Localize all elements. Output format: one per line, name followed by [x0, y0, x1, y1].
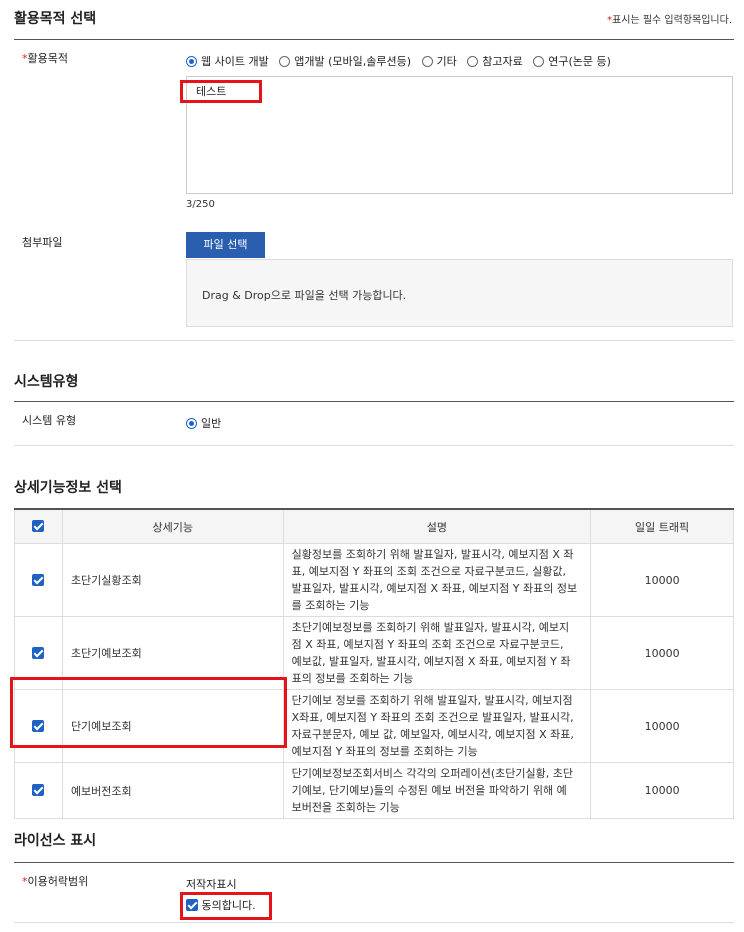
- row-checkbox[interactable]: [32, 719, 45, 732]
- row-checkbox[interactable]: [32, 573, 45, 586]
- select-all-checkbox[interactable]: [32, 520, 45, 532]
- divider: [14, 340, 734, 341]
- agree-label: 동의합니다.: [201, 899, 256, 912]
- purpose-section-title: 활용목적 선택: [14, 11, 97, 27]
- daily-traffic: 10000: [590, 762, 734, 819]
- feature-description: 단기예보 정보를 조회하기 위해 발표일자, 발표시각, 예보지점 X좌표, 예보…: [282, 689, 592, 763]
- col-header-traffic: 일일 트래픽: [590, 508, 734, 544]
- feature-description: 초단기예보정보를 조회하기 위해 발표일자, 발표시각, 예보지 점 X 좌표, …: [282, 616, 592, 690]
- feature-name: 초단기실황조회: [61, 543, 284, 617]
- col-header-feature: 상세기능: [61, 508, 284, 544]
- features-table: 상세기능 설명 일일 트래픽 초단기실황조회 실황정보를 조회하기 위해 발표일…: [14, 508, 734, 819]
- purpose-radio-group: 웹 사이트 개발 앱개발 (모바일,솔루션등) 기타 참고자료 연구(논문 등): [186, 53, 618, 69]
- radio-reference[interactable]: 참고자료: [467, 53, 523, 69]
- divider: [14, 922, 734, 923]
- purpose-field-label: *활용목적: [22, 52, 68, 65]
- radio-icon[interactable]: [279, 56, 291, 67]
- table-row: 초단기실황조회 실황정보를 조회하기 위해 발표일자, 발표시각, 예보지점 X…: [14, 543, 734, 617]
- radio-web-dev[interactable]: 웹 사이트 개발: [186, 53, 269, 69]
- feature-name: 예보버전조회: [61, 762, 284, 819]
- radio-system-general[interactable]: 일반: [186, 415, 228, 431]
- purpose-textarea[interactable]: 테스트: [186, 76, 733, 194]
- agree-checkbox[interactable]: [186, 899, 198, 911]
- radio-icon[interactable]: [467, 56, 479, 67]
- table-row: 예보버전조회 단기예보정보조회서비스 각각의 오퍼레이션(초단기실황, 초단 기예…: [14, 762, 734, 819]
- feature-description: 실황정보를 조회하기 위해 발표일자, 발표시각, 예보지점 X 좌 표, 예보지…: [282, 543, 592, 617]
- feature-description: 단기예보정보조회서비스 각각의 오퍼레이션(초단기실황, 초단 기예보, 단기예보…: [282, 762, 592, 819]
- radio-etc[interactable]: 기타: [421, 53, 457, 69]
- select-all-checkbox-cell[interactable]: [14, 508, 63, 544]
- feature-name: 단기예보조회: [61, 689, 284, 763]
- divider: [14, 445, 734, 446]
- table-row: 단기예보조회 단기예보 정보를 조회하기 위해 발표일자, 발표시각, 예보지점…: [14, 689, 734, 763]
- radio-icon[interactable]: [186, 56, 197, 67]
- license-scope-label: *이용허락범위: [22, 875, 89, 888]
- system-type-label: 시스템 유형: [22, 414, 77, 427]
- radio-app-dev[interactable]: 앱개발 (모바일,솔루션등): [279, 53, 411, 69]
- char-counter: 3/250: [186, 199, 215, 210]
- features-section-title: 상세기능정보 선택: [14, 480, 122, 496]
- daily-traffic: 10000: [590, 689, 734, 763]
- row-checkbox[interactable]: [32, 784, 45, 796]
- table-header-row: 상세기능 설명 일일 트래픽: [14, 508, 734, 544]
- file-select-button[interactable]: 파일 선택: [186, 232, 265, 258]
- attachment-label: 첨부파일: [22, 236, 63, 249]
- row-checkbox[interactable]: [32, 646, 45, 659]
- feature-name: 초단기예보조회: [61, 616, 284, 690]
- col-header-description: 설명: [282, 508, 592, 544]
- radio-research[interactable]: 연구(논문 등): [533, 53, 611, 69]
- divider: [14, 39, 734, 40]
- table-row: 초단기예보조회 초단기예보정보를 조회하기 위해 발표일자, 발표시각, 예보지…: [14, 616, 734, 690]
- radio-icon[interactable]: [533, 56, 545, 67]
- daily-traffic: 10000: [590, 616, 734, 690]
- divider: [14, 862, 734, 863]
- radio-icon[interactable]: [421, 56, 433, 67]
- radio-icon[interactable]: [186, 418, 197, 429]
- required-note: *표시는 필수 입력항목입니다.: [607, 15, 732, 26]
- divider: [14, 401, 734, 402]
- file-dropzone[interactable]: Drag & Drop으로 파일을 선택 가능합니다.: [186, 259, 733, 327]
- system-section-title: 시스템유형: [14, 374, 79, 390]
- daily-traffic: 10000: [590, 543, 734, 617]
- license-section-title: 라이선스 표시: [14, 833, 97, 849]
- license-type: 저작자표시: [186, 878, 237, 891]
- agree-checkbox-row[interactable]: 동의합니다.: [186, 897, 256, 913]
